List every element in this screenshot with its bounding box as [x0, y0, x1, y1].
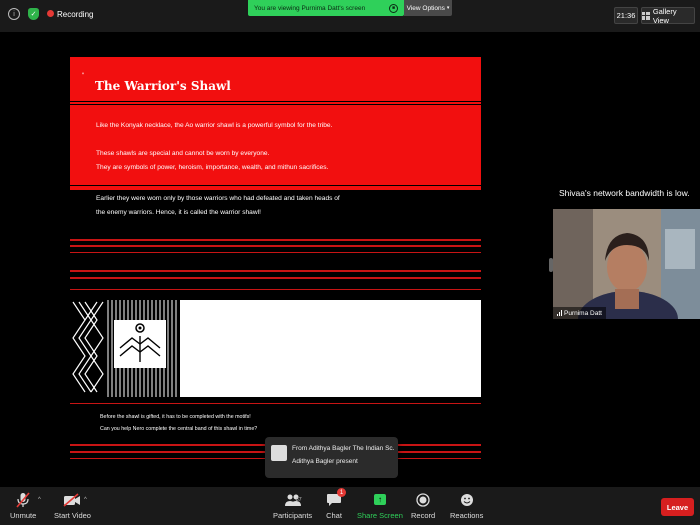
slide-paragraph-2b: They are symbols of power, heroism, impo…	[96, 164, 329, 171]
video-off-icon	[63, 491, 81, 508]
shawl-stripe	[70, 277, 481, 279]
participants-icon: 87	[284, 491, 302, 508]
slide-paragraph-2a: These shawls are special and cannot be w…	[96, 150, 270, 157]
participants-label: Participants	[273, 511, 313, 520]
shawl-stripe	[70, 252, 481, 253]
participant-name-tag: Purnima Datt	[553, 307, 606, 319]
record-icon	[414, 491, 432, 508]
gallery-view-label: Gallery View	[652, 6, 677, 25]
chat-bubble-icon: 1	[325, 488, 346, 508]
share-screen-button[interactable]: ↑ Share Screen	[357, 491, 403, 520]
record-button[interactable]: Record	[411, 491, 435, 520]
header-rule	[70, 101, 481, 102]
view-options-button[interactable]: View Options ▾	[404, 0, 452, 16]
chevron-down-icon: ▾	[446, 5, 450, 11]
microphone-muted-icon	[14, 491, 32, 508]
share-screen-icon: ↑	[371, 491, 389, 508]
participants-button[interactable]: 87 Participants	[273, 491, 312, 520]
top-bar: i ✓ Recording You are viewing Purnima Da…	[0, 0, 700, 32]
record-label: Record	[411, 511, 436, 520]
recording-indicator: Recording	[47, 9, 94, 19]
reactions-label: Reactions	[450, 511, 484, 520]
meeting-clock: 21:36	[614, 7, 638, 24]
slide-footer-line-1: Before the shawl is gifted, it has to be…	[100, 414, 251, 420]
shawl-central-band[interactable]	[70, 300, 481, 397]
share-screen-label: Share Screen	[357, 511, 403, 520]
leave-button[interactable]: Leave	[661, 498, 694, 516]
shawl-stripe	[70, 403, 481, 404]
recording-label: Recording	[57, 9, 94, 19]
start-video-label: Start Video	[54, 511, 91, 520]
slide-paragraph-3a: Earlier they were worn only by those war…	[96, 195, 340, 202]
recording-dot-icon	[47, 9, 54, 17]
grid-icon	[642, 11, 650, 20]
smiley-icon	[458, 491, 476, 508]
shawl-stripe	[70, 289, 481, 290]
shared-slide: “ The Warrior's Shawl Like the Konyak ne…	[70, 57, 481, 469]
slide-paragraph-3b: the enemy warriors. Hence, it is called …	[96, 209, 261, 216]
slide-title: The Warrior's Shawl	[95, 79, 231, 93]
start-video-button[interactable]: Start Video	[54, 491, 91, 520]
header-rule	[70, 104, 481, 105]
shawl-stripe	[70, 239, 481, 241]
bandwidth-notice: Shivaa's network bandwidth is low.	[559, 188, 690, 198]
header-rule	[70, 185, 481, 186]
shawl-stripe	[70, 245, 481, 247]
signal-bars-icon	[557, 310, 562, 316]
participant-video-tile[interactable]: Purnima Datt	[553, 209, 700, 319]
stop-viewing-icon[interactable]: ■	[389, 3, 398, 13]
gallery-view-button[interactable]: Gallery View	[641, 6, 695, 25]
audio-options-caret-icon[interactable]: ^	[38, 497, 41, 503]
slide-header-panel: “ The Warrior's Shawl Like the Konyak ne…	[70, 57, 481, 190]
participants-count: 87	[295, 497, 302, 503]
chat-label: Chat	[326, 511, 342, 520]
warrior-motif-graphic	[70, 300, 180, 397]
info-icon[interactable]: i	[8, 8, 20, 20]
chat-button[interactable]: 1 Chat	[325, 488, 346, 520]
shawl-motif-panel	[70, 300, 180, 397]
viewing-screen-banner: You are viewing Purnima Datt's screen ■	[248, 0, 404, 16]
chat-notification[interactable]: From Adithya Bagler The Indian Sc... Adi…	[265, 437, 398, 478]
viewing-banner-text: You are viewing Purnima Datt's screen	[254, 4, 366, 12]
unmute-button[interactable]: Unmute	[10, 491, 36, 520]
meeting-status: i ✓ Recording	[8, 8, 93, 20]
video-options-caret-icon[interactable]: ^	[84, 497, 87, 503]
participant-name: Purnima Datt	[564, 309, 602, 317]
slide-paragraph-1: Like the Konyak necklace, the Ao warrior…	[96, 122, 333, 129]
reactions-button[interactable]: Reactions	[450, 491, 483, 520]
chat-notification-message: Adithya Bagler present	[292, 458, 358, 465]
chat-notification-sender: From Adithya Bagler The Indian Sc...	[292, 445, 394, 452]
meeting-toolbar: Unmute ^ Start Video ^ 87 Participants 1…	[0, 487, 700, 525]
participant-video-frame	[553, 209, 700, 319]
sender-avatar	[271, 445, 287, 461]
title-ornament: “	[82, 73, 84, 79]
shield-icon[interactable]: ✓	[28, 8, 39, 20]
chat-unread-badge: 1	[337, 488, 346, 497]
unmute-label: Unmute	[10, 511, 37, 520]
view-options-label: View Options	[406, 4, 445, 12]
slide-footer-line-2: Can you help Nero complete the central b…	[100, 426, 258, 432]
shawl-stripe	[70, 270, 481, 272]
